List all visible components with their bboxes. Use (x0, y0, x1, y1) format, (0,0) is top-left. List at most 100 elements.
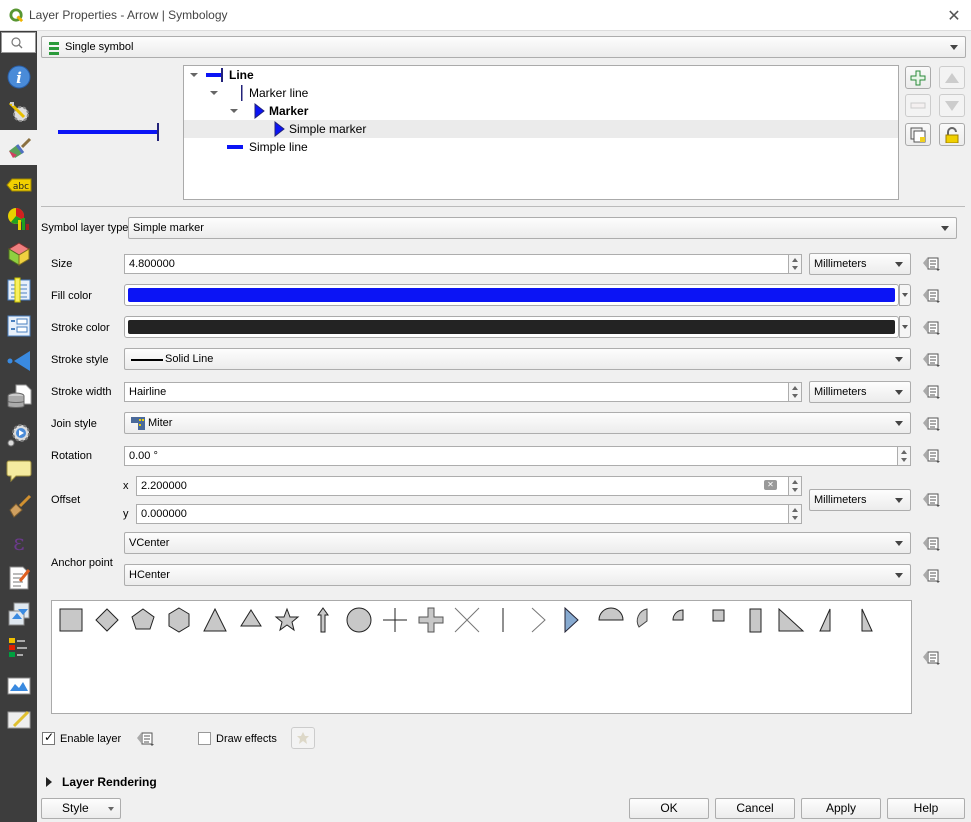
join-style-data-defined-button[interactable] (922, 414, 942, 434)
enable-layer-data-defined-button[interactable] (136, 729, 156, 749)
sidebar-item-variables[interactable]: ε (0, 525, 37, 559)
stroke-color-data-defined-button[interactable] (922, 318, 942, 338)
sidebar-item-source-fields[interactable] (0, 273, 37, 307)
stroke-width-data-defined-button[interactable] (922, 382, 942, 402)
add-layer-button[interactable] (905, 66, 931, 89)
expand-arrow-icon[interactable] (230, 109, 238, 113)
fill-color-dropdown[interactable] (899, 284, 911, 306)
clear-icon[interactable]: ✕ (764, 480, 777, 490)
shape-equilateral-triangle[interactable] (236, 605, 266, 635)
shape-right-half-triangle[interactable] (812, 605, 842, 635)
shape-arrow[interactable] (308, 605, 338, 635)
tree-row-line[interactable]: Line (184, 66, 898, 84)
sidebar-item-legend[interactable] (0, 631, 37, 665)
shape-triangle[interactable] (200, 605, 230, 635)
shape-data-defined-button[interactable] (922, 648, 942, 668)
sidebar-item-rendering[interactable] (0, 490, 37, 524)
offset-data-defined-button[interactable] (922, 490, 942, 510)
sidebar-item-symbology[interactable] (0, 130, 37, 165)
rotation-spinner[interactable] (897, 446, 911, 466)
sidebar-item-actions[interactable] (0, 418, 37, 452)
help-button[interactable]: Help (887, 798, 965, 819)
shape-hexagon[interactable] (164, 605, 194, 635)
join-style-select[interactable]: Miter (124, 412, 911, 434)
expand-arrow-icon[interactable] (210, 91, 218, 95)
fill-color-button[interactable] (124, 284, 899, 306)
size-spinner[interactable] (788, 254, 802, 274)
fill-color-data-defined-button[interactable] (922, 286, 942, 306)
offset-x-input[interactable]: 2.200000 (136, 476, 789, 496)
sidebar-item-3d-view[interactable] (0, 237, 37, 271)
shape-half-square[interactable] (740, 605, 770, 635)
stroke-style-data-defined-button[interactable] (922, 350, 942, 370)
shape-arrowhead[interactable] (524, 605, 554, 635)
expand-arrow-icon[interactable] (190, 73, 198, 77)
size-input[interactable]: 4.800000 (124, 254, 789, 274)
shape-circle[interactable] (344, 605, 374, 635)
sidebar-search-input[interactable] (1, 32, 36, 53)
expand-arrow-icon[interactable] (46, 777, 52, 787)
sidebar-item-joins[interactable] (0, 344, 37, 378)
style-menu-button[interactable]: Style (41, 798, 121, 819)
cancel-button[interactable]: Cancel (715, 798, 795, 819)
shape-diamond[interactable] (92, 605, 122, 635)
duplicate-layer-button[interactable] (905, 123, 931, 146)
stroke-color-button[interactable] (124, 316, 899, 338)
offset-unit-select[interactable]: Millimeters (809, 489, 911, 511)
close-icon[interactable]: ✕ (942, 5, 966, 27)
sidebar-item-digitizing[interactable] (0, 703, 37, 737)
size-unit-select[interactable]: Millimeters (809, 253, 911, 275)
shape-quarter-circle[interactable] (668, 605, 698, 635)
rotation-data-defined-button[interactable] (922, 446, 942, 466)
sidebar-item-auxiliary-storage[interactable] (0, 380, 37, 414)
shape-semi-circle[interactable] (596, 605, 626, 635)
shape-cross[interactable] (380, 605, 410, 635)
ok-button[interactable]: OK (629, 798, 709, 819)
sidebar-item-diagrams[interactable] (0, 202, 37, 236)
anchor-horizontal-select[interactable]: HCenter (124, 564, 911, 586)
stroke-style-select[interactable]: Solid Line (124, 348, 911, 370)
lock-layer-button[interactable] (939, 123, 965, 146)
anchor-vertical-data-defined-button[interactable] (922, 534, 942, 554)
shape-quarter-square[interactable] (704, 605, 734, 635)
shape-square[interactable] (56, 605, 86, 635)
sidebar-item-labels[interactable]: abc (0, 168, 37, 202)
move-down-button[interactable] (939, 94, 965, 117)
stroke-width-spinner[interactable] (788, 382, 802, 402)
sidebar-item-source[interactable] (0, 95, 37, 129)
offset-y-spinner[interactable] (788, 504, 802, 524)
layer-rendering-toggle[interactable]: Layer Rendering (62, 775, 157, 789)
move-up-button[interactable] (939, 66, 965, 89)
offset-x-spinner[interactable] (788, 476, 802, 496)
apply-button[interactable]: Apply (801, 798, 881, 819)
tree-row-marker[interactable]: Marker (184, 102, 898, 120)
sidebar-item-dependencies[interactable] (0, 597, 37, 631)
sidebar-item-attributes-form[interactable] (0, 309, 37, 343)
stroke-width-unit-select[interactable]: Millimeters (809, 381, 911, 403)
shape-line[interactable] (488, 605, 518, 635)
draw-effects-checkbox[interactable] (198, 732, 211, 745)
shape-star[interactable] (272, 605, 302, 635)
anchor-vertical-select[interactable]: VCenter (124, 532, 911, 554)
sidebar-item-display[interactable] (0, 454, 37, 488)
renderer-select[interactable]: Single symbol (41, 36, 966, 58)
effects-button[interactable] (291, 727, 315, 749)
symbol-layer-type-select[interactable]: Simple marker (128, 217, 957, 239)
offset-y-input[interactable]: 0.000000 (136, 504, 789, 524)
size-data-defined-button[interactable] (922, 254, 942, 274)
shape-third-circle[interactable] (632, 605, 662, 635)
shape-pentagon[interactable] (128, 605, 158, 635)
stroke-width-input[interactable]: Hairline (124, 382, 789, 402)
sidebar-item-metadata[interactable] (0, 561, 37, 595)
shape-cross2[interactable] (452, 605, 482, 635)
enable-layer-checkbox[interactable]: ✓ (42, 730, 55, 745)
shape-left-half-triangle[interactable] (852, 605, 882, 635)
tree-row-marker-line[interactable]: Marker line (184, 84, 898, 102)
tree-row-simple-marker[interactable]: Simple marker (184, 120, 898, 138)
shape-cross-fill[interactable] (416, 605, 446, 635)
shape-filled-arrowhead[interactable] (560, 605, 590, 635)
tree-row-simple-line[interactable]: Simple line (184, 138, 898, 156)
rotation-input[interactable]: 0.00 ° (124, 446, 898, 466)
sidebar-item-information[interactable]: i (0, 60, 37, 94)
anchor-horizontal-data-defined-button[interactable] (922, 566, 942, 586)
